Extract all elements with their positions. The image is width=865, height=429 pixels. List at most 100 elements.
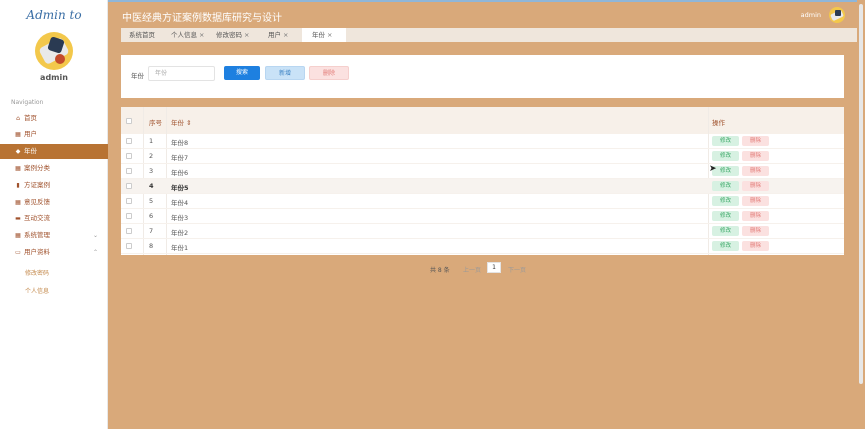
- table-row: 8 年份1 修改 删除: [121, 239, 844, 254]
- close-icon[interactable]: ×: [283, 31, 288, 39]
- row-checkbox[interactable]: [126, 183, 132, 189]
- table-row: 3 年份6 修改 删除: [121, 164, 844, 179]
- edit-button[interactable]: 修改: [712, 211, 739, 221]
- nav-label: Navigation: [11, 99, 44, 106]
- grid-icon: ▦: [15, 131, 21, 138]
- close-icon[interactable]: ×: [199, 31, 204, 39]
- avatar[interactable]: [35, 32, 73, 70]
- sidebar-item-label: 系统管理: [24, 231, 50, 239]
- row-checkbox[interactable]: [126, 168, 132, 174]
- search-button[interactable]: 搜索: [224, 66, 260, 80]
- scrollbar-thumb[interactable]: [859, 4, 863, 384]
- sidebar-item-label: 意见反馈: [24, 198, 50, 206]
- sidebar-subitem-profile[interactable]: 个人信息: [25, 286, 49, 295]
- row-index: 5: [149, 197, 154, 205]
- sidebar-item-home[interactable]: ⌂ 首页: [0, 111, 108, 126]
- edit-button[interactable]: 修改: [712, 196, 739, 206]
- row-delete-button[interactable]: 删除: [742, 196, 769, 206]
- header-avatar[interactable]: [829, 7, 845, 23]
- header-year[interactable]: 年份 ⇕: [171, 117, 192, 127]
- scrollbar[interactable]: [857, 0, 865, 429]
- row-index: 6: [149, 212, 154, 220]
- table-row: 1 年份8 修改 删除: [121, 134, 844, 149]
- sidebar-item-cases[interactable]: ▮ 方证案例: [0, 178, 108, 193]
- row-year: 年份7: [171, 154, 189, 162]
- row-year: 年份4: [171, 199, 189, 207]
- sidebar-username: admin: [40, 73, 68, 82]
- tab-change-password[interactable]: 修改密码 ×: [212, 28, 253, 42]
- current-page[interactable]: 1: [487, 262, 501, 273]
- edit-button[interactable]: 修改: [712, 226, 739, 236]
- edit-button[interactable]: 修改: [712, 151, 739, 161]
- row-delete-button[interactable]: 删除: [742, 211, 769, 221]
- row-checkbox[interactable]: [126, 213, 132, 219]
- table-row: 5 年份4 修改 删除: [121, 194, 844, 209]
- pagination-total: 共 8 条: [430, 267, 450, 274]
- row-delete-button[interactable]: 删除: [742, 136, 769, 146]
- table-row: 7 年份2 修改 删除: [121, 224, 844, 239]
- tab-home[interactable]: 系统首页: [125, 28, 159, 42]
- chevron-up-icon: ⌃: [92, 249, 98, 256]
- tab-year[interactable]: 年份 ×: [302, 28, 346, 42]
- close-icon[interactable]: ×: [244, 31, 249, 39]
- tab-label: 系统首页: [129, 31, 155, 39]
- tag-icon: ◆: [15, 148, 21, 155]
- row-delete-button[interactable]: 删除: [742, 241, 769, 251]
- header-username[interactable]: admin: [801, 11, 821, 19]
- year-search-input[interactable]: 年份: [148, 66, 215, 81]
- edit-button[interactable]: 修改: [712, 181, 739, 191]
- row-index: 7: [149, 227, 154, 235]
- sidebar-item-feedback[interactable]: ▦ 意见反馈: [0, 195, 108, 210]
- sidebar-item-label: 案例分类: [24, 164, 50, 172]
- sidebar-item-year[interactable]: ◆ 年份: [0, 144, 108, 159]
- tab-label: 年份: [312, 31, 325, 39]
- row-checkbox[interactable]: [126, 138, 132, 144]
- next-page-button[interactable]: 下一页: [508, 265, 526, 274]
- table-row: 2 年份7 修改 删除: [121, 149, 844, 164]
- row-delete-button[interactable]: 删除: [742, 151, 769, 161]
- chevron-down-icon: ⌄: [92, 232, 98, 239]
- chart-icon: ▮: [16, 182, 20, 189]
- search-panel: 年份 年份 搜索 新增 删除: [121, 55, 844, 98]
- table-row: 4 年份5 修改 删除: [121, 179, 844, 194]
- sidebar-subitem-change-password[interactable]: 修改密码: [25, 268, 49, 277]
- row-year: 年份3: [171, 214, 189, 222]
- edit-button[interactable]: 修改: [712, 136, 739, 146]
- tab-profile[interactable]: 个人信息 ×: [167, 28, 208, 42]
- tab-label: 用户: [268, 31, 281, 39]
- sidebar-item-profile[interactable]: ▭ 用户资料 ⌃: [0, 245, 108, 260]
- sidebar-item-case-category[interactable]: ▦ 案例分类: [0, 161, 108, 176]
- sidebar-item-interaction[interactable]: ▬ 互动交流: [0, 211, 108, 226]
- page-title: 中医经典方证案例数据库研究与设计: [122, 13, 282, 24]
- select-all-checkbox[interactable]: [126, 118, 132, 124]
- sidebar-item-label: 首页: [24, 114, 37, 122]
- edit-button[interactable]: 修改: [712, 241, 739, 251]
- sidebar-item-label: 方证案例: [24, 181, 50, 189]
- row-delete-button[interactable]: 删除: [742, 166, 769, 176]
- row-index: 3: [149, 167, 154, 175]
- close-icon[interactable]: ×: [327, 31, 332, 39]
- row-delete-button[interactable]: 删除: [742, 181, 769, 191]
- row-index: 8: [149, 242, 154, 250]
- tab-label: 个人信息: [171, 31, 197, 39]
- sidebar-item-users[interactable]: ▦ 用户: [0, 127, 108, 142]
- delete-button[interactable]: 删除: [309, 66, 349, 80]
- row-index: 1: [149, 137, 154, 145]
- row-delete-button[interactable]: 删除: [742, 226, 769, 236]
- sidebar-item-system[interactable]: ▦ 系统管理 ⌄: [0, 228, 108, 243]
- row-checkbox[interactable]: [126, 198, 132, 204]
- tab-users[interactable]: 用户 ×: [264, 28, 292, 42]
- card-icon: ▭: [15, 249, 21, 256]
- row-index: 4: [149, 182, 154, 190]
- row-checkbox[interactable]: [126, 228, 132, 234]
- row-checkbox[interactable]: [126, 153, 132, 159]
- add-button[interactable]: 新增: [265, 66, 305, 80]
- prev-page-button[interactable]: 上一页: [463, 265, 481, 274]
- top-header: 中医经典方证案例数据库研究与设计 admin: [108, 0, 865, 28]
- tab-bar: 系统首页 个人信息 × 修改密码 × 用户 × 年份 ×: [121, 28, 865, 42]
- row-year: 年份5: [171, 184, 189, 192]
- sidebar-item-label: 用户资料: [24, 248, 50, 256]
- row-checkbox[interactable]: [126, 243, 132, 249]
- mouse-cursor-icon: ➤: [709, 164, 717, 174]
- grid-icon: ▦: [15, 232, 21, 239]
